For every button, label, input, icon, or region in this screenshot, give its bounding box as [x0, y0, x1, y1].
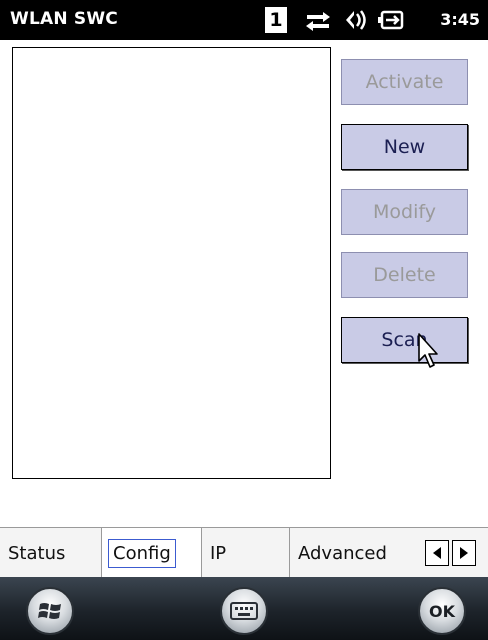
- triangle-left-icon: [433, 547, 441, 559]
- mouse-pointer-icon: [418, 333, 438, 368]
- delete-button[interactable]: Delete: [341, 252, 468, 298]
- tab-advanced[interactable]: Advanced: [290, 528, 426, 578]
- keyboard-button[interactable]: [220, 587, 268, 635]
- triangle-right-icon: [460, 547, 468, 559]
- tab-scroll-left-button[interactable]: [425, 540, 449, 566]
- battery-charging-icon[interactable]: [376, 8, 406, 32]
- scan-button[interactable]: Scan: [341, 317, 468, 363]
- new-button-label: New: [383, 136, 426, 158]
- tab-status-label: Status: [8, 542, 66, 564]
- activate-button[interactable]: Activate: [341, 59, 468, 105]
- tab-bar: Status Config IP Advanced: [0, 527, 488, 578]
- delete-button-label: Delete: [373, 264, 436, 286]
- tab-scroll-right-button[interactable]: [452, 540, 476, 566]
- tab-advanced-label: Advanced: [298, 542, 387, 564]
- tab-ip[interactable]: IP: [202, 528, 290, 578]
- title-bar: WLAN SWC 1 3:45: [0, 0, 488, 40]
- clock: 3:45: [440, 10, 480, 29]
- windows-start-icon: [38, 603, 61, 619]
- tab-ip-label: IP: [210, 542, 227, 564]
- sim-badge: 1: [265, 7, 287, 33]
- start-button[interactable]: [26, 587, 74, 635]
- tab-config-label: Config: [108, 538, 176, 568]
- modify-button[interactable]: Modify: [341, 189, 468, 235]
- new-button[interactable]: New: [341, 124, 468, 170]
- tab-config[interactable]: Config: [102, 528, 202, 578]
- tab-status[interactable]: Status: [0, 528, 102, 578]
- network-profile-list[interactable]: [12, 47, 331, 479]
- modify-button-label: Modify: [373, 201, 436, 223]
- ok-button[interactable]: OK: [418, 587, 466, 635]
- keyboard-icon: [230, 602, 258, 620]
- speaker-icon[interactable]: [342, 8, 368, 32]
- soft-key-bar: OK: [0, 577, 488, 640]
- connectivity-arrows-icon[interactable]: [303, 8, 333, 32]
- ok-button-label: OK: [429, 601, 455, 621]
- app-title: WLAN SWC: [10, 9, 118, 29]
- activate-button-label: Activate: [365, 71, 444, 93]
